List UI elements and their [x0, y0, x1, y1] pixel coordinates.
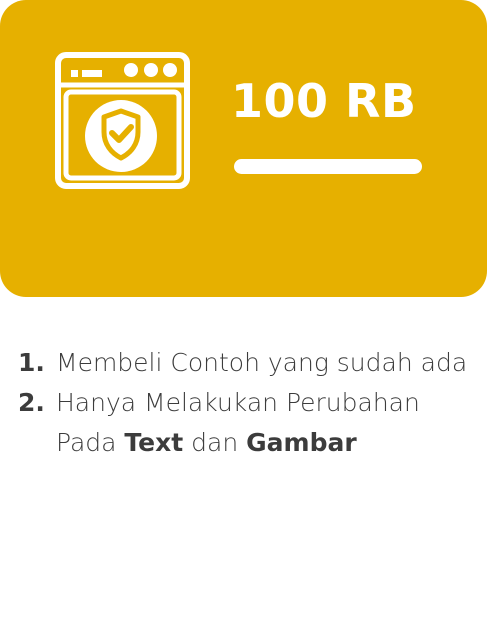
list-number: 2. [18, 388, 45, 417]
term-text-mid: dan [183, 428, 247, 457]
terms-list: 1. Membeli Contoh yang sudah ada 2. Hany… [18, 343, 468, 463]
term-text: Membeli Contoh yang sudah ada [56, 348, 468, 377]
term-text: Hanya Melakukan Perubahan Pada Text dan … [56, 383, 468, 463]
list-number: 1. [18, 348, 45, 377]
list-item: 1. Membeli Contoh yang sudah ada [18, 343, 468, 383]
price-label: 100 RB [231, 74, 417, 128]
term-bold-image: Gambar [246, 428, 357, 457]
list-item: 2. Hanya Melakukan Perubahan Pada Text d… [18, 383, 468, 463]
washing-machine-shield-icon [55, 52, 190, 189]
price-card: 100 RB [0, 0, 487, 297]
term-bold-text: Text [124, 428, 184, 457]
price-underline [234, 159, 422, 174]
